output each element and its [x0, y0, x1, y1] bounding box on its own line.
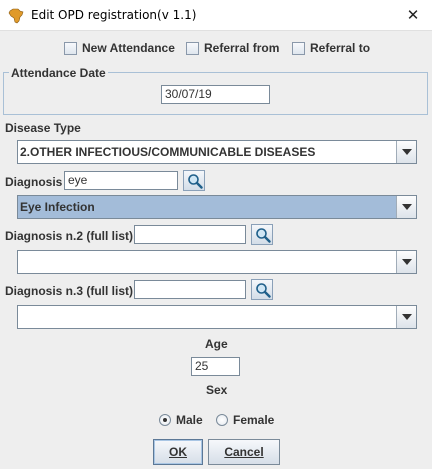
- diagnosis2-search-input[interactable]: [134, 225, 246, 244]
- diagnosis2-dropdown-button[interactable]: [396, 251, 416, 273]
- diagnosis-search-button[interactable]: [183, 170, 205, 191]
- referral-to-label: Referral to: [310, 41, 371, 55]
- search-icon: [256, 283, 271, 298]
- search-icon: [188, 174, 203, 189]
- diagnosis2-label: Diagnosis n.2 (full list): [5, 229, 134, 243]
- disease-type-value: 2.OTHER INFECTIOUS/COMMUNICABLE DISEASES: [20, 145, 316, 159]
- radio-selected-icon[interactable]: [159, 414, 171, 426]
- disease-type-select[interactable]: 2.OTHER INFECTIOUS/COMMUNICABLE DISEASES: [17, 140, 417, 164]
- diagnosis-label: Diagnosis: [5, 175, 63, 189]
- checkbox-box[interactable]: [186, 41, 199, 55]
- cancel-button[interactable]: Cancel: [208, 439, 280, 465]
- search-icon: [256, 228, 271, 243]
- diagnosis-search-input[interactable]: eye: [64, 171, 178, 190]
- diagnosis-value: Eye Infection: [18, 196, 396, 218]
- africa-map-icon: [8, 8, 24, 24]
- diagnosis3-search-button[interactable]: [251, 279, 273, 300]
- diagnosis2-value: [18, 251, 396, 273]
- sex-female-radio[interactable]: Female: [216, 413, 274, 427]
- disease-type-label: Disease Type: [5, 121, 81, 135]
- title-bar: Edit OPD registration(v 1.1) ✕: [0, 0, 432, 31]
- referral-to-checkbox[interactable]: Referral to: [292, 40, 370, 56]
- referral-from-label: Referral from: [204, 41, 280, 55]
- sex-male-label: Male: [176, 413, 203, 427]
- diagnosis3-search-input[interactable]: [134, 280, 246, 299]
- chevron-down-icon: [402, 149, 412, 155]
- radio-unselected-icon[interactable]: [216, 414, 228, 426]
- attendance-options: New Attendance Referral from Referral to: [0, 40, 432, 56]
- referral-from-checkbox[interactable]: Referral from: [186, 40, 279, 56]
- close-button[interactable]: ✕: [404, 6, 422, 24]
- chevron-down-icon: [402, 204, 412, 210]
- checkbox-box[interactable]: [292, 41, 305, 55]
- checkbox-box[interactable]: [64, 41, 77, 55]
- sex-female-label: Female: [233, 413, 275, 427]
- attendance-date-group: Attendance Date 30/07/19: [3, 66, 428, 115]
- disease-type-dropdown-button[interactable]: [396, 141, 416, 163]
- diagnosis-select[interactable]: Eye Infection: [17, 195, 417, 219]
- diagnosis-dropdown-button[interactable]: [396, 196, 416, 218]
- sex-male-radio[interactable]: Male: [159, 413, 203, 427]
- new-attendance-checkbox[interactable]: New Attendance: [64, 40, 175, 56]
- diagnosis2-select[interactable]: [17, 250, 417, 274]
- ok-button[interactable]: OK: [153, 439, 203, 465]
- diagnosis2-search-button[interactable]: [251, 224, 273, 245]
- window-title: Edit OPD registration(v 1.1): [31, 8, 197, 22]
- new-attendance-label: New Attendance: [82, 41, 175, 55]
- attendance-date-field[interactable]: 30/07/19: [161, 85, 270, 104]
- chevron-down-icon: [402, 314, 412, 320]
- age-field[interactable]: 25: [191, 357, 240, 376]
- diagnosis3-label: Diagnosis n.3 (full list): [5, 284, 134, 298]
- diagnosis3-value: [18, 306, 396, 328]
- diagnosis3-dropdown-button[interactable]: [396, 306, 416, 328]
- sex-label: Sex: [206, 383, 228, 397]
- age-label: Age: [205, 337, 228, 351]
- attendance-date-legend: Attendance Date: [9, 66, 108, 80]
- chevron-down-icon: [402, 259, 412, 265]
- diagnosis3-select[interactable]: [17, 305, 417, 329]
